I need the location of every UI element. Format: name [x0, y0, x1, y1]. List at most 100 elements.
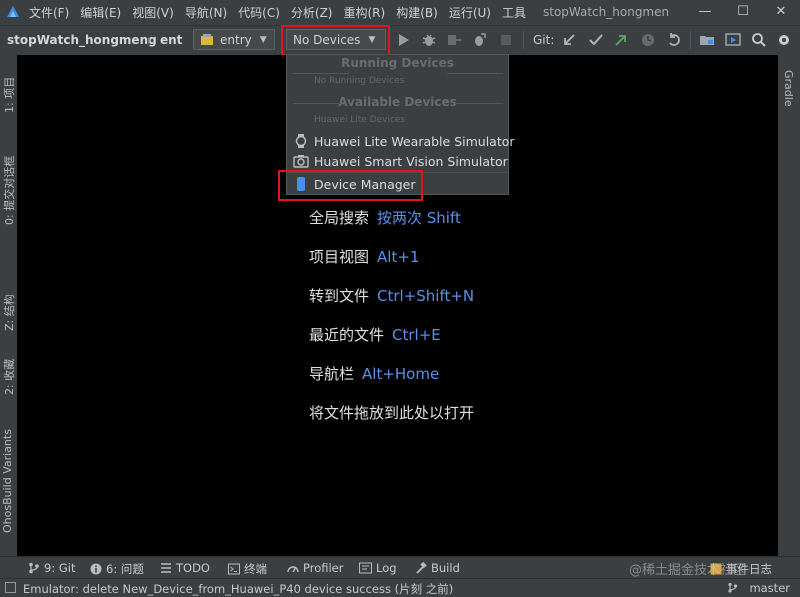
hint-shortcut: 按两次 Shift	[377, 209, 461, 227]
maximize-button[interactable]: ☐	[724, 0, 762, 24]
git-branch-icon	[29, 562, 39, 574]
hint-text: 最近的文件	[309, 326, 385, 344]
gauge-icon	[287, 566, 299, 573]
log-icon	[359, 562, 372, 574]
menu-run[interactable]: 运行(U)	[449, 4, 491, 21]
tool-tab-git[interactable]: 9: Git	[28, 561, 75, 575]
hint-go-to-file: 转到文件 Ctrl+Shift+N	[309, 285, 474, 306]
git-rollback-icon[interactable]	[666, 32, 682, 48]
menu-code[interactable]: 代码(C)	[238, 4, 280, 21]
git-history-icon[interactable]	[640, 32, 656, 48]
status-toggle-icon[interactable]	[5, 582, 16, 593]
hint-text: 将文件拖放到此处以打开	[309, 404, 475, 422]
tool-tab-project[interactable]: 1: 项目	[1, 77, 17, 113]
menu-analyze[interactable]: 分析(Z)	[291, 4, 333, 21]
profiler-icon[interactable]	[471, 32, 487, 48]
hint-shortcut: Ctrl+E	[392, 326, 441, 344]
device-manager-icon[interactable]	[725, 32, 741, 48]
hint-text: 全局搜索	[309, 209, 370, 227]
menu-item-lite-wearable-simulator[interactable]: Huawei Lite Wearable Simulator	[293, 131, 515, 151]
run-config-label: entry	[220, 32, 252, 47]
tool-tab-build[interactable]: Build	[415, 561, 460, 575]
window-controls: — ☐ ✕	[686, 0, 800, 24]
run-config-selector[interactable]: entry ▼	[193, 29, 275, 50]
hint-project-view: 项目视图 Alt+1	[309, 246, 419, 267]
status-bar: Emulator: delete New_Device_from_Huawei_…	[0, 578, 800, 596]
menu-item-smart-vision-simulator[interactable]: Huawei Smart Vision Simulator	[293, 151, 508, 171]
tool-tab-terminal[interactable]: 终端	[228, 561, 267, 577]
toolbar-divider	[523, 31, 524, 49]
info-icon	[90, 563, 102, 575]
right-tool-strip: Gradle	[778, 55, 800, 556]
left-tool-strip: 1: 项目 0: 提交对话框 Z: 结构 2: 收藏 OhosBuild Var…	[0, 55, 17, 556]
app-logo-icon	[7, 6, 19, 17]
hint-recent-files: 最近的文件 Ctrl+E	[309, 324, 441, 345]
hint-drop-files: 将文件拖放到此处以打开	[309, 402, 474, 423]
highlight-box-device-selector	[281, 25, 390, 56]
run-icon[interactable]	[396, 32, 412, 48]
terminal-icon	[228, 563, 240, 575]
menu-view[interactable]: 视图(V)	[132, 4, 174, 21]
list-icon	[161, 563, 171, 573]
menu-edit[interactable]: 编辑(E)	[80, 4, 121, 21]
hint-shortcut: Ctrl+Shift+N	[377, 287, 475, 305]
tool-tab-commit[interactable]: 0: 提交对话框	[1, 156, 17, 225]
tool-tab-favorites[interactable]: 2: 收藏	[1, 359, 17, 395]
breadcrumb-project[interactable]: stopWatch_hongmeng	[7, 33, 157, 47]
git-label: Git:	[533, 33, 555, 47]
menu-build[interactable]: 构建(B)	[396, 4, 438, 21]
tool-tab-label: Profiler	[303, 561, 344, 575]
settings-icon[interactable]	[776, 32, 792, 48]
stop-icon[interactable]	[498, 32, 514, 48]
debug-icon[interactable]	[421, 32, 437, 48]
running-devices-header: Running Devices	[341, 56, 454, 70]
menu-file[interactable]: 文件(F)	[29, 4, 69, 21]
tool-tab-label: TODO	[176, 561, 210, 575]
git-branch-icon	[728, 582, 738, 593]
tool-tab-problems[interactable]: 6: 问题	[90, 561, 144, 577]
git-commit-icon[interactable]	[588, 32, 604, 48]
hint-shortcut: Alt+1	[377, 248, 420, 266]
menu-refactor[interactable]: 重构(R)	[344, 4, 386, 21]
attach-debugger-icon[interactable]	[446, 32, 462, 48]
tool-tab-label: 9: Git	[44, 561, 76, 575]
search-icon[interactable]	[751, 32, 767, 48]
module-icon	[201, 33, 213, 45]
divider	[293, 73, 349, 74]
no-running-devices-label: No Running Devices	[314, 76, 405, 86]
tool-tab-log[interactable]: Log	[359, 561, 397, 575]
tool-tab-ohosbuild-variants[interactable]: OhosBuild Variants	[1, 429, 14, 533]
tool-tab-gradle[interactable]: Gradle	[782, 70, 795, 107]
breadcrumb-module[interactable]: ent	[160, 33, 182, 47]
minimize-button[interactable]: —	[686, 0, 724, 24]
tool-tab-todo[interactable]: TODO	[160, 561, 210, 575]
chevron-down-icon: ▼	[259, 34, 267, 45]
git-push-icon[interactable]	[613, 32, 629, 48]
breadcrumb-separator-icon: ›	[147, 33, 152, 47]
menu-item-label: Huawei Lite Wearable Simulator	[314, 133, 515, 149]
menu-tools[interactable]: 工具	[502, 4, 526, 21]
divider	[293, 103, 341, 104]
menu-bar: 文件(F) 编辑(E) 视图(V) 导航(N) 代码(C) 分析(Z) 重构(R…	[0, 0, 800, 24]
lite-devices-group-label: Huawei Lite Devices	[314, 115, 406, 125]
hint-text: 项目视图	[309, 248, 370, 266]
git-branch-label[interactable]: master	[749, 581, 790, 595]
project-structure-icon[interactable]	[699, 32, 715, 48]
close-button[interactable]: ✕	[762, 0, 800, 24]
toolbar-divider	[690, 31, 691, 49]
window-title: stopWatch_hongmen	[542, 5, 670, 19]
tool-tab-structure[interactable]: Z: 结构	[1, 294, 17, 331]
tool-tab-profiler[interactable]: Profiler	[287, 561, 344, 575]
hint-navigation-bar: 导航栏 Alt+Home	[309, 363, 439, 384]
menu-navigate[interactable]: 导航(N)	[185, 4, 227, 21]
hint-shortcut: Alt+Home	[362, 365, 440, 383]
git-update-icon[interactable]	[561, 32, 577, 48]
hammer-icon	[416, 562, 427, 574]
divider	[447, 73, 503, 74]
available-devices-header: Available Devices	[338, 95, 457, 109]
watermark: @稀土掘金技术社区	[629, 563, 747, 578]
tool-tab-label: 6: 问题	[106, 562, 144, 576]
tool-tab-label: 终端	[244, 562, 267, 576]
hint-search-everywhere: 全局搜索 按两次 Shift	[309, 207, 461, 228]
highlight-box-device-manager	[278, 170, 423, 201]
